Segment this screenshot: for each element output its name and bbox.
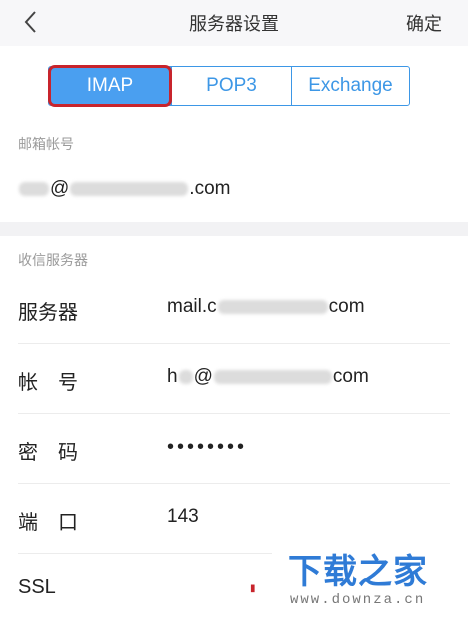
- redacted-blur: [217, 299, 328, 314]
- account-input[interactable]: h @ com: [167, 366, 369, 388]
- protocol-tabs: IMAP POP3 Exchange: [48, 66, 410, 106]
- account-panel: IMAP POP3 Exchange 邮箱帐号 @ .com: [0, 46, 468, 222]
- password-row[interactable]: 密 码 ••••••••: [18, 414, 450, 484]
- incoming-server-section-label: 收信服务器: [18, 253, 88, 269]
- server-row[interactable]: 服务器 mail.c com: [18, 274, 450, 344]
- account-at: @: [193, 366, 213, 387]
- page-title: 服务器设置: [189, 14, 279, 35]
- tab-imap[interactable]: IMAP: [49, 67, 171, 105]
- port-label: 端 口: [18, 510, 78, 534]
- redacted-blur: [70, 181, 189, 196]
- port-input[interactable]: 143: [167, 506, 199, 528]
- server-label: 服务器: [18, 300, 78, 324]
- redacted-blur: [213, 369, 332, 384]
- password-label: 密 码: [18, 440, 78, 464]
- ssl-label: SSL: [18, 576, 56, 598]
- watermark-brand: 下载之家: [288, 552, 428, 592]
- watermark-url: www.downza.cn: [290, 592, 426, 608]
- redacted-blur: [178, 369, 193, 384]
- tab-exchange[interactable]: Exchange: [291, 67, 409, 105]
- tab-pop3[interactable]: POP3: [171, 67, 291, 105]
- redacted-blur: [19, 181, 49, 196]
- account-value-prefix: h: [167, 366, 178, 387]
- password-input[interactable]: ••••••••: [167, 436, 247, 459]
- email-domain-suffix: .com: [189, 178, 231, 199]
- account-row[interactable]: 帐 号 h @ com: [18, 344, 450, 414]
- email-account-value[interactable]: @ .com: [18, 178, 230, 200]
- account-label: 帐 号: [18, 370, 78, 394]
- site-watermark: 下载之家 www.downza.cn: [272, 536, 468, 618]
- email-at: @: [50, 178, 70, 199]
- confirm-button[interactable]: 确定: [406, 10, 442, 36]
- server-value-suffix: com: [328, 296, 365, 317]
- server-input[interactable]: mail.c com: [167, 296, 365, 318]
- server-value-prefix: mail.c: [167, 296, 217, 317]
- small-logo-icon: ▮: [250, 583, 256, 594]
- email-account-section-label: 邮箱帐号: [18, 137, 74, 153]
- top-bar: 服务器设置 确定: [0, 0, 468, 46]
- account-value-suffix: com: [332, 366, 369, 387]
